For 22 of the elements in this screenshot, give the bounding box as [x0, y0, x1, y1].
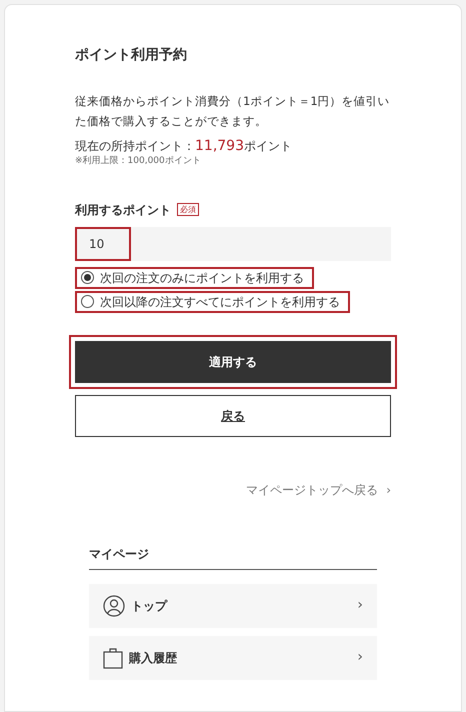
radio-button[interactable] — [81, 271, 94, 284]
apply-button[interactable]: 適用する — [75, 340, 391, 382]
mypage-top-link[interactable]: マイページトップへ戻る › — [246, 480, 391, 498]
menu-item[interactable]: トップ › — [89, 584, 377, 628]
section-heading: マイページ — [89, 544, 377, 570]
back-button[interactable]: 戻る — [75, 394, 391, 436]
page-title: ポイント利用予約 — [75, 46, 188, 65]
field-label: 利用するポイント — [75, 202, 171, 218]
description-text: 従来価格からポイント消費分（1ポイント＝1円）を値引いた価格で購入することができます。 — [75, 93, 391, 130]
menu-item[interactable]: 購入履歴 › — [89, 636, 377, 680]
radio-option[interactable]: 次回の注文のみにポイントを利用する — [75, 266, 314, 288]
shopping-bag-icon — [103, 646, 123, 668]
points-unit: ポイント — [244, 138, 292, 155]
person-icon — [103, 594, 125, 616]
points-input[interactable]: 10 — [75, 226, 391, 260]
points-value: 11,793 — [195, 137, 244, 155]
points-label: 現在の所持ポイント： — [75, 138, 195, 155]
limit-note: ※利用上限：100,000ポイント — [75, 155, 202, 168]
radio-option[interactable]: 次回以降の注文すべてにポイントを利用する — [75, 290, 350, 312]
input-value: 10 — [75, 226, 131, 260]
required-badge: 必須 — [177, 203, 199, 216]
radio-button[interactable] — [81, 295, 94, 308]
